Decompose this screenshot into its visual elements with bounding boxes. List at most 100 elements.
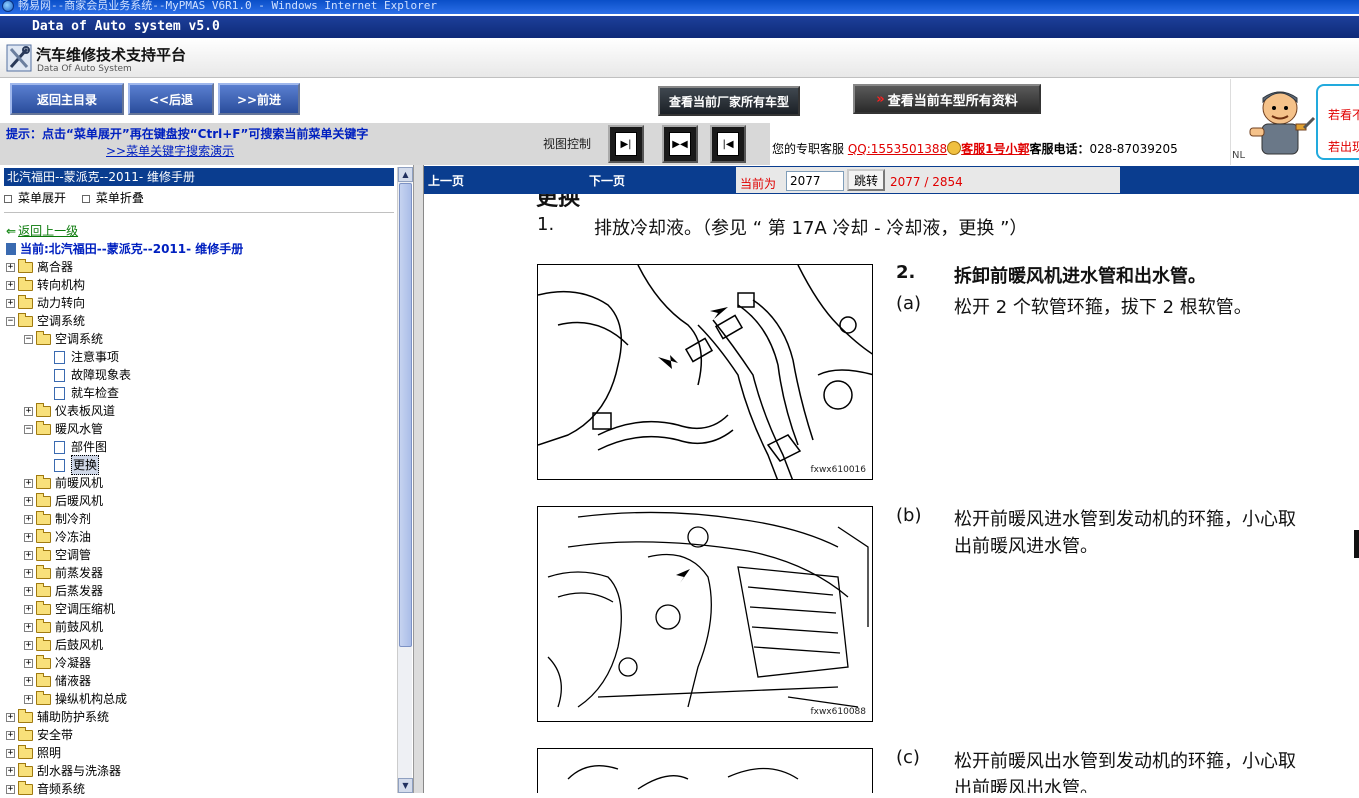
expand-toggle-icon[interactable]: + — [24, 550, 33, 560]
tree-item[interactable]: + 前暖风机 — [24, 474, 103, 492]
tree-item[interactable]: + 照明 — [6, 744, 61, 762]
tree-item[interactable]: + 仪表板风道 — [24, 402, 115, 420]
tree-item[interactable]: 部件图 — [42, 438, 107, 456]
folder-icon — [36, 528, 51, 543]
jump-button[interactable]: 跳转 — [847, 169, 885, 191]
step2-number: 2. — [896, 262, 916, 283]
expand-toggle-icon[interactable]: + — [24, 514, 33, 524]
support-prefix: 您的专职客服 — [772, 142, 845, 156]
tree-item[interactable]: − 空调系统 — [24, 330, 103, 348]
all-docs-button[interactable]: » 查看当前车型所有资料 — [853, 84, 1041, 114]
prev-page-link[interactable]: 上一页 — [428, 172, 464, 189]
tree-item[interactable]: + 空调压缩机 — [24, 600, 115, 618]
expand-toggle-icon[interactable]: + — [6, 280, 15, 290]
scroll-down-icon[interactable]: ▼ — [398, 778, 413, 793]
tree-item[interactable]: + 后鼓风机 — [24, 636, 103, 654]
view-expand-right-button[interactable]: ▶| — [608, 125, 644, 163]
help-link-2[interactable]: 若出现 — [1328, 138, 1359, 155]
expand-toggle-icon[interactable]: + — [6, 298, 15, 308]
split-arrows-icon: ▶◀ — [669, 132, 691, 156]
tree-item-label: 照明 — [37, 746, 62, 760]
tree-item[interactable]: + 音频系统 — [6, 780, 85, 798]
collapse-toggle-icon[interactable]: − — [6, 316, 15, 326]
tree-item[interactable]: + 冷凝器 — [24, 654, 91, 672]
tree-item[interactable]: − 暖风水管 — [24, 420, 103, 438]
wrench-screwdriver-icon — [6, 44, 32, 72]
expand-toggle-icon[interactable]: + — [24, 406, 33, 416]
tree-item-label: 前蒸发器 — [55, 566, 104, 580]
expand-toggle-icon[interactable]: + — [6, 730, 15, 740]
hose-clamp-diagram-icon — [538, 265, 872, 479]
help-link-1[interactable]: 若看不 — [1328, 106, 1359, 123]
tree-item[interactable]: + 制冷剂 — [24, 510, 91, 528]
tree-item[interactable]: + 冷冻油 — [24, 528, 91, 546]
expand-menu-button[interactable]: 菜单展开 — [4, 191, 66, 205]
expand-toggle-icon[interactable]: + — [24, 532, 33, 542]
back-up-link[interactable]: ⇐ 返回上一级 — [6, 222, 78, 239]
tree-item[interactable]: + 后蒸发器 — [24, 582, 103, 600]
tree-item[interactable]: + 离合器 — [6, 258, 73, 276]
tree-item-label: 后蒸发器 — [55, 584, 104, 598]
tree-item[interactable]: + 动力转向 — [6, 294, 85, 312]
panel-splitter[interactable] — [414, 165, 424, 793]
forward-button[interactable]: >>前进 — [218, 83, 300, 115]
next-page-link[interactable]: 下一页 — [589, 172, 625, 189]
tree-item[interactable]: + 空调管 — [24, 546, 91, 564]
figure-3 — [537, 748, 873, 793]
tree-item[interactable]: + 储液器 — [24, 672, 91, 690]
tree-item[interactable]: + 转向机构 — [6, 276, 85, 294]
tree-item[interactable]: + 后暖风机 — [24, 492, 103, 510]
expand-toggle-icon[interactable]: + — [24, 676, 33, 686]
expand-toggle-icon[interactable]: + — [6, 712, 15, 722]
tree-item-label: 后暖风机 — [55, 494, 104, 508]
expand-toggle-icon[interactable]: + — [24, 658, 33, 668]
tree-item[interactable]: 注意事项 — [42, 348, 119, 366]
support-agent-link[interactable]: 客服1号小郭 — [961, 142, 1029, 156]
expand-toggle-icon[interactable]: + — [24, 604, 33, 614]
home-button[interactable]: 返回主目录 — [10, 83, 124, 115]
page-number-input[interactable] — [786, 171, 844, 191]
support-qq-link[interactable]: QQ:1553501388 — [848, 142, 947, 156]
step-b-text-2: 出前暖风进水管。 — [954, 536, 1098, 557]
header-bar — [0, 38, 1359, 78]
collapse-toggle-icon[interactable]: − — [24, 334, 33, 344]
back-button[interactable]: <<后退 — [128, 83, 214, 115]
tree-separator — [4, 212, 394, 213]
collapse-menu-button[interactable]: 菜单折叠 — [81, 191, 144, 205]
expand-toggle-icon[interactable]: + — [24, 586, 33, 596]
all-models-button[interactable]: 查看当前厂家所有车型 — [658, 86, 800, 116]
expand-toggle-icon[interactable]: + — [24, 568, 33, 578]
expand-toggle-icon[interactable]: + — [6, 784, 15, 794]
expand-toggle-icon[interactable]: + — [24, 694, 33, 704]
search-demo-link[interactable]: >>菜单关键字搜索演示 — [106, 142, 234, 159]
tree-item[interactable]: + 前鼓风机 — [24, 618, 103, 636]
tree-item[interactable]: + 前蒸发器 — [24, 564, 103, 582]
left-scrollbar[interactable]: ▲ ▼ — [397, 167, 413, 793]
tree-item[interactable]: 更换 — [42, 455, 100, 475]
expand-menu-label: 菜单展开 — [18, 191, 67, 205]
tree-item[interactable]: 故障现象表 — [42, 366, 131, 384]
tree-item[interactable]: + 操纵机构总成 — [24, 690, 127, 708]
view-expand-left-button[interactable]: |◀ — [710, 125, 746, 163]
tree-item[interactable]: 就车检查 — [42, 384, 119, 402]
support-info: 您的专职客服 QQ:1553501388 客服1号小郭客服电话：028-87039… — [772, 140, 1178, 157]
scroll-thumb[interactable] — [399, 183, 412, 647]
tree-item[interactable]: + 安全带 — [6, 726, 73, 744]
tree-item[interactable]: + 刮水器与洗涤器 — [6, 762, 121, 780]
view-split-button[interactable]: ▶◀ — [662, 125, 698, 163]
tree-item[interactable]: − 空调系统 — [6, 312, 85, 330]
expand-toggle-icon[interactable]: + — [24, 496, 33, 506]
expand-toggle-icon[interactable]: + — [24, 622, 33, 632]
scroll-up-icon[interactable]: ▲ — [398, 167, 413, 182]
brand-subtitle: Data Of Auto System — [37, 64, 132, 74]
expand-toggle-icon[interactable]: + — [6, 748, 15, 758]
expand-toggle-icon[interactable]: + — [6, 766, 15, 776]
expand-toggle-icon[interactable]: + — [6, 262, 15, 272]
tree-item[interactable]: + 辅助防护系统 — [6, 708, 109, 726]
tree-header: 北汽福田--蒙派克--2011- 维修手册 — [4, 168, 394, 186]
expand-toggle-icon[interactable]: + — [24, 478, 33, 488]
tree-item-label: 冷冻油 — [55, 530, 92, 544]
expand-toggle-icon[interactable]: + — [24, 640, 33, 650]
collapse-toggle-icon[interactable]: − — [24, 424, 33, 434]
step-c-text-1: 松开前暖风出水管到发动机的环箍，小心取 — [954, 751, 1296, 772]
